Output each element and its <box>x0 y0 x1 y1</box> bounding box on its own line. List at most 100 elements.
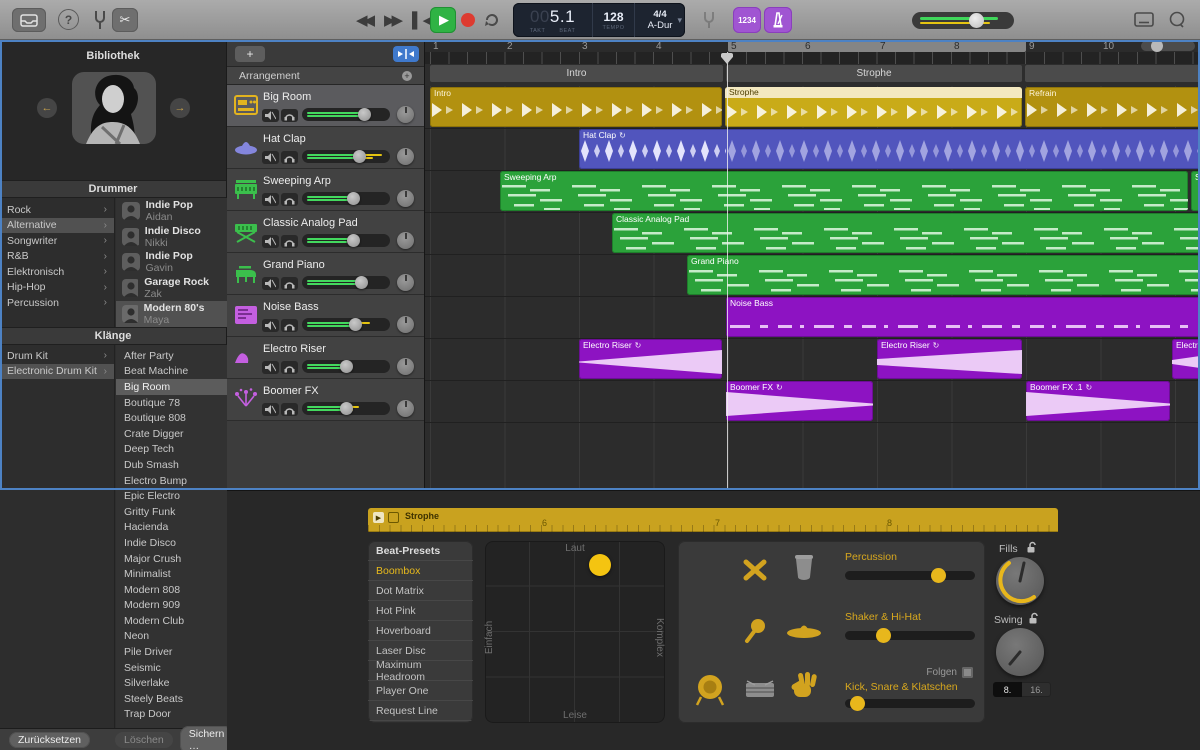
volume-knob[interactable] <box>347 192 360 205</box>
quick-help-button[interactable] <box>1168 11 1186 34</box>
track-header-hat-clap[interactable]: Hat Clap <box>227 127 424 169</box>
follow-checkbox[interactable] <box>962 667 973 678</box>
region-big-room-refrain[interactable]: Refrain <box>1025 87 1200 127</box>
preset-item[interactable]: Dot Matrix <box>368 581 473 601</box>
horizontal-zoom-slider[interactable] <box>1141 41 1195 51</box>
volume-knob[interactable] <box>340 402 353 415</box>
genre-item-hiphop[interactable]: Hip-Hop› <box>0 280 114 296</box>
track-volume-slider[interactable] <box>302 192 390 205</box>
sound-item[interactable]: Dub Smash <box>116 457 227 473</box>
solo-button[interactable] <box>281 109 298 122</box>
sound-item[interactable]: Gritty Funk <box>116 504 227 520</box>
previous-drummer-button[interactable]: ← <box>37 98 57 118</box>
track-volume-slider[interactable] <box>302 150 390 163</box>
unlock-icon[interactable] <box>1029 612 1039 624</box>
genre-item-rock[interactable]: Rock› <box>0 202 114 218</box>
slider-knob[interactable] <box>850 696 865 711</box>
editor-play-button[interactable]: ▶ <box>373 512 384 523</box>
pan-knob[interactable] <box>397 106 414 123</box>
volume-knob[interactable] <box>353 150 366 163</box>
clap-hand-icon[interactable] <box>790 671 820 701</box>
preset-item[interactable]: Request Line <box>368 701 473 721</box>
track-header-sweeping-arp[interactable]: Sweeping Arp <box>227 169 424 211</box>
rewind-button[interactable]: ◀◀ <box>356 13 371 28</box>
sound-item[interactable]: Modern Club <box>116 613 227 629</box>
help-button[interactable]: ? <box>58 9 79 30</box>
swing-knob[interactable] <box>996 628 1044 676</box>
forward-button[interactable]: ▶▶ <box>384 13 399 28</box>
sound-item[interactable]: Epic Electro <box>116 488 227 504</box>
delete-button[interactable]: Löschen <box>115 732 173 748</box>
tuner-button[interactable] <box>92 10 108 35</box>
pan-knob[interactable] <box>397 316 414 333</box>
pan-knob[interactable] <box>397 148 414 165</box>
playhead[interactable] <box>727 52 728 490</box>
sound-item[interactable]: Modern 808 <box>116 582 227 598</box>
solo-button[interactable] <box>281 361 298 374</box>
reset-button[interactable]: Zurücksetzen <box>9 732 90 748</box>
region-sweeping-arp-2[interactable]: Sw <box>1191 171 1200 211</box>
track-header-electro-riser[interactable]: Electro Riser <box>227 337 424 379</box>
lcd-display[interactable]: 005.1 TAKTBEAT 128 TEMPO 4/4 A-Dur ▾ <box>513 3 685 37</box>
shaker-hihat-slider[interactable] <box>845 631 975 640</box>
pan-knob[interactable] <box>397 400 414 417</box>
arrangement-section-strophe[interactable]: Strophe <box>726 65 1022 82</box>
drummer-item[interactable]: Indie Disco Nikki <box>116 224 227 250</box>
sound-item[interactable]: Seismic <box>116 660 227 676</box>
slider-knob[interactable] <box>931 568 946 583</box>
slider-knob[interactable] <box>876 628 891 643</box>
region-hat-clap[interactable]: Hat Clap↻ <box>579 129 1200 169</box>
master-tuner-icon[interactable] <box>702 11 716 34</box>
snare-drum-icon[interactable] <box>744 679 776 703</box>
region-big-room-intro[interactable]: Intro <box>430 87 722 127</box>
solo-button[interactable] <box>281 403 298 416</box>
next-drummer-button[interactable]: → <box>170 98 190 118</box>
track-volume-slider[interactable] <box>302 108 390 121</box>
track-volume-slider[interactable] <box>302 318 390 331</box>
region-big-room-strophe-selected[interactable]: Strophe <box>725 87 1022 127</box>
genre-item-percussion[interactable]: Percussion› <box>0 295 114 311</box>
eighth-note-button[interactable]: 8. <box>993 682 1022 697</box>
category-item-electronic-drum-kit[interactable]: Electronic Drum Kit› <box>0 364 114 380</box>
sixteenth-note-button[interactable]: 16. <box>1022 682 1051 697</box>
beat-ruler[interactable] <box>425 52 1200 64</box>
cut-tool-button[interactable]: ✂ <box>112 8 138 32</box>
genre-item-rnb[interactable]: R&B› <box>0 249 114 265</box>
pan-knob[interactable] <box>397 190 414 207</box>
region-grand-piano[interactable]: Grand Piano <box>687 255 1200 295</box>
mute-button[interactable] <box>262 403 279 416</box>
sound-item[interactable]: Modern 909 <box>116 598 227 614</box>
track-volume-slider[interactable] <box>302 276 390 289</box>
track-volume-slider[interactable] <box>302 402 390 415</box>
xy-pad[interactable]: Laut Leise Einfach Komplex <box>485 541 665 723</box>
chevron-down-icon[interactable]: ▾ <box>677 15 682 26</box>
sound-item[interactable]: Boutique 78 <box>116 395 227 411</box>
sound-item[interactable]: Silverlake <box>116 675 227 691</box>
sound-item[interactable]: Major Crush <box>116 551 227 567</box>
region-boomer-fx-1[interactable]: Boomer FX↻ <box>726 381 873 421</box>
track-header-noise-bass[interactable]: Noise Bass <box>227 295 424 337</box>
pan-knob[interactable] <box>397 232 414 249</box>
volume-knob[interactable] <box>347 234 360 247</box>
add-track-button[interactable]: + <box>235 46 265 62</box>
region-electro-riser-3[interactable]: Electro <box>1172 339 1200 379</box>
track-header-big-room[interactable]: Big Room <box>227 85 424 127</box>
track-volume-slider[interactable] <box>302 234 390 247</box>
drummer-item[interactable]: Indie Pop Aidan <box>116 198 227 224</box>
sound-item[interactable]: Neon <box>116 629 227 645</box>
save-button[interactable]: Sichern … <box>180 726 234 750</box>
solo-button[interactable] <box>281 235 298 248</box>
hi-hat-icon[interactable] <box>784 621 824 643</box>
add-arrangement-marker-icon[interactable]: + <box>402 71 412 81</box>
sound-item[interactable]: Electro Bump <box>116 473 227 489</box>
kick-drum-icon[interactable] <box>694 673 726 707</box>
sound-item[interactable]: Deep Tech <box>116 442 227 458</box>
zoom-knob[interactable] <box>1151 40 1163 52</box>
library-toggle-button[interactable] <box>12 8 46 32</box>
solo-button[interactable] <box>281 319 298 332</box>
preset-item-selected[interactable]: Boombox <box>368 561 473 581</box>
mute-button[interactable] <box>262 361 279 374</box>
sound-item[interactable]: Trap Door <box>116 707 227 723</box>
metronome-button[interactable] <box>764 7 792 33</box>
pan-knob[interactable] <box>397 274 414 291</box>
